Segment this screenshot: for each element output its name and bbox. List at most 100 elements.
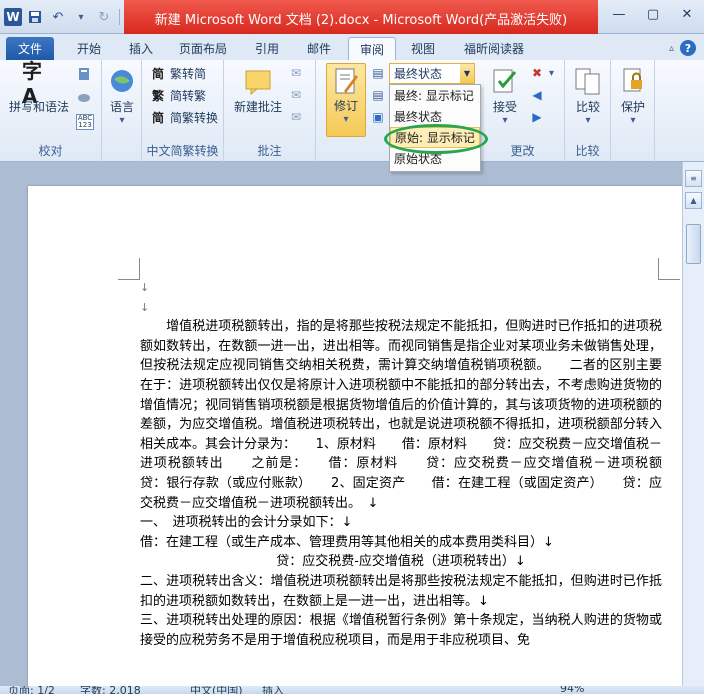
spelling-grammar-button[interactable]: 字A 拼写和语法	[6, 58, 72, 115]
previous-comment-icon: ✉	[290, 88, 302, 102]
delete-comment-button[interactable]: ✉	[288, 65, 304, 81]
group-compare: 比较 ▾ 比较	[565, 60, 611, 162]
qat-separator	[119, 9, 120, 25]
research-icon	[76, 66, 92, 82]
language-dropdown-icon: ▾	[119, 115, 125, 126]
group-proofing: 字A 拼写和语法 ABC 123 校对	[0, 58, 102, 162]
save-icon[interactable]	[25, 7, 45, 27]
delete-comment-icon: ✉	[290, 66, 302, 80]
document-area: ↓ ↓ 增值税进项税额转出，指的是将那些按税法规定不能抵扣，但购进时已作抵扣的进…	[0, 162, 682, 694]
window-title: 新建 Microsoft Word 文档 (2).docx - Microsof…	[154, 13, 568, 28]
thesaurus-icon	[76, 90, 92, 106]
document-text[interactable]: ↓ ↓ 增值税进项税额转出，指的是将那些按税法规定不能抵扣，但购进时已作抵扣的进…	[140, 278, 682, 650]
track-changes-button[interactable]: 修订 ▾	[326, 63, 366, 137]
balloons-button[interactable]: ▤	[370, 65, 386, 81]
next-change-button[interactable]: ▶	[529, 109, 545, 125]
reject-dropdown-icon: ▾	[549, 67, 555, 79]
research-button[interactable]	[76, 66, 92, 82]
compare-group-label: 比较	[575, 144, 600, 158]
ruler-toggle-icon[interactable]: ≡	[685, 170, 702, 187]
traditional-glyph-icon: 简	[151, 67, 164, 81]
minimize-ribbon-icon[interactable]: ▵	[669, 43, 674, 54]
to-traditional-label: 繁转简	[170, 67, 207, 81]
conversion-label: 简繁转换	[170, 111, 219, 125]
next-comment-icon: ✉	[290, 110, 302, 124]
window-controls: — ▢ ✕	[602, 0, 704, 28]
restore-button[interactable]: ▢	[636, 0, 670, 28]
display-for-review-combo[interactable]: 最终状态 ▼	[389, 63, 475, 84]
menu-item-original-show-markup[interactable]: 原始: 显示标记	[390, 127, 480, 148]
status-zoom[interactable]: 94%	[560, 686, 584, 694]
reviewing-pane-button[interactable]: ▣	[370, 109, 386, 125]
track-changes-label: 修订	[333, 99, 358, 113]
customize-qat-icon[interactable]: ▾	[71, 7, 91, 27]
group-protect: 保护 ▾	[611, 60, 655, 162]
menu-item-final-show-markup[interactable]: 最终: 显示标记	[390, 85, 480, 106]
redo-icon[interactable]: ↻	[94, 7, 114, 27]
to-traditional-button[interactable]: 简 繁转简	[150, 65, 206, 82]
tab-mailings[interactable]: 邮件	[298, 37, 340, 60]
group-language: 语言 ▾	[102, 60, 142, 162]
accept-icon	[488, 64, 522, 98]
accept-button[interactable]: 接受 ▾	[483, 64, 527, 126]
undo-icon[interactable]: ↶	[48, 7, 68, 27]
comments-group-label: 批注	[257, 144, 282, 158]
new-comment-button[interactable]: 新建批注	[228, 64, 288, 115]
show-markup-button[interactable]: ▤	[370, 87, 386, 103]
next-comment-button[interactable]: ✉	[288, 109, 304, 125]
chinese-conversion-button[interactable]: 简 简繁转换	[150, 109, 218, 126]
status-language[interactable]: 中文(中国)	[190, 686, 243, 694]
protect-icon	[616, 64, 650, 98]
help-area: ▵ ?	[669, 40, 696, 56]
minimize-button[interactable]: —	[602, 0, 636, 28]
to-simplified-label: 简转繁	[170, 89, 207, 103]
paragraph: 一、 进项税转出的会计分录如下：↓	[140, 515, 353, 531]
protect-button[interactable]: 保护 ▾	[613, 64, 653, 126]
to-simplified-button[interactable]: 繁 简转繁	[150, 87, 206, 104]
changes-group-label: 更改	[510, 144, 535, 158]
ribbon-tabs: 文件 开始 插入 页面布局 引用 邮件 审阅 视图 福昕阅读器 ▵ ?	[0, 34, 704, 60]
paragraph: 三、进项税转出处理的原因：根据《增值税暂行条例》第十条规定，当纳税人购进的货物或…	[140, 613, 662, 648]
paragraph: 借：在建工程（或生产成本、管理费用等其他相关的成本费用类科目）↓	[140, 534, 554, 550]
paragraph-mark: ↓	[140, 281, 150, 294]
tab-insert[interactable]: 插入	[120, 37, 162, 60]
previous-change-button[interactable]: ◀	[529, 87, 545, 103]
tab-page-layout[interactable]: 页面布局	[170, 37, 236, 60]
display-for-review-menu: 最终: 显示标记 最终状态 原始: 显示标记 原始状态	[389, 84, 481, 172]
compare-button[interactable]: 比较 ▾	[567, 64, 609, 126]
scroll-up-icon[interactable]: ▲	[685, 192, 702, 209]
paragraph-mark: ↓	[140, 300, 150, 314]
document-page[interactable]: ↓ ↓ 增值税进项税额转出，指的是将那些按税法规定不能抵扣，但购进时已作抵扣的进…	[28, 186, 682, 694]
status-words[interactable]: 字数: 2,018	[80, 686, 141, 694]
spelling-icon: 字A	[22, 58, 42, 108]
status-mode[interactable]: 插入	[262, 686, 284, 694]
language-button[interactable]: 语言 ▾	[104, 64, 140, 126]
chinese-group-label: 中文简繁转换	[146, 144, 219, 158]
status-page[interactable]: 页面: 1/2	[8, 686, 55, 694]
close-button[interactable]: ✕	[670, 0, 704, 28]
reject-button[interactable]: ✖ ▾	[529, 65, 554, 81]
display-combo-arrow-icon[interactable]: ▼	[460, 64, 474, 83]
thesaurus-button[interactable]	[76, 90, 92, 106]
protect-dropdown-icon: ▾	[630, 115, 636, 126]
balloons-icon: ▤	[372, 66, 384, 80]
tab-home[interactable]: 开始	[68, 37, 110, 60]
word-logo-icon[interactable]: W	[4, 8, 22, 26]
reviewing-pane-icon: ▣	[372, 110, 384, 124]
word-count-button[interactable]: ABC 123	[76, 114, 94, 130]
group-chinese-conversion: 简 繁转简 繁 简转繁 简 简繁转换 中文简繁转换	[142, 60, 224, 162]
title-bar: W ↶ ▾ ↻ ▾ 新建 Microsoft Word 文档 (2).docx …	[0, 0, 704, 34]
menu-item-final[interactable]: 最终状态	[390, 106, 480, 127]
tab-view[interactable]: 视图	[402, 37, 444, 60]
scroll-thumb[interactable]	[686, 224, 701, 264]
help-icon[interactable]: ?	[680, 40, 696, 56]
tab-references[interactable]: 引用	[246, 37, 288, 60]
compare-icon	[571, 64, 605, 98]
previous-comment-button[interactable]: ✉	[288, 87, 304, 103]
tab-review[interactable]: 审阅	[348, 37, 396, 60]
menu-item-original[interactable]: 原始状态	[390, 148, 480, 169]
language-label: 语言	[109, 100, 134, 114]
previous-change-icon: ◀	[532, 88, 542, 102]
tab-foxit-reader[interactable]: 福昕阅读器	[452, 37, 536, 60]
vertical-scrollbar[interactable]: ≡ ▲	[682, 162, 704, 686]
